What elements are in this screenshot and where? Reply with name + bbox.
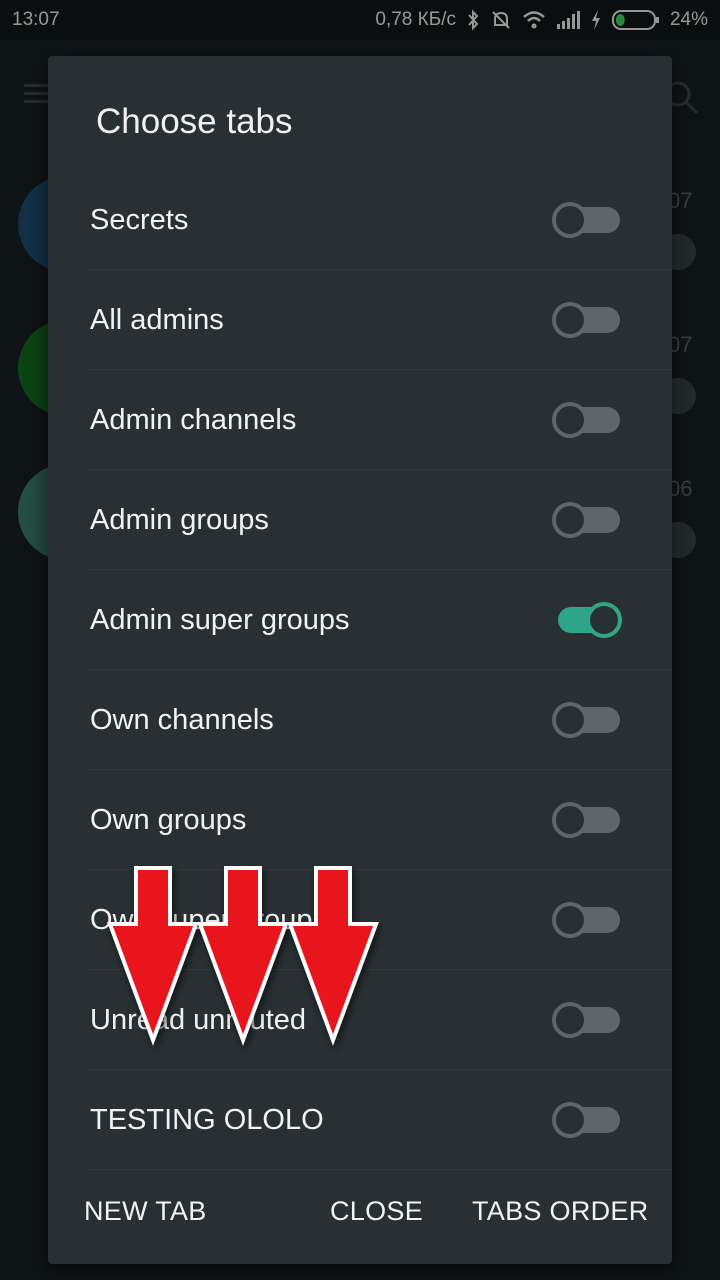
close-button[interactable]: CLOSE	[330, 1176, 423, 1246]
tab-option-label: Admin super groups	[90, 604, 350, 636]
tab-option-row[interactable]: Own channels	[88, 670, 672, 770]
tab-toggle[interactable]	[552, 702, 624, 738]
tab-option-label: TESTING OLOLO	[90, 1104, 324, 1136]
tab-option-row[interactable]: Own super groups	[88, 870, 672, 970]
tab-option-label: Own channels	[90, 704, 274, 736]
tab-option-label: Admin groups	[90, 504, 269, 536]
tab-option-label: All admins	[90, 304, 224, 336]
tab-option-row[interactable]: Secrets	[88, 170, 672, 270]
tab-toggle[interactable]	[552, 302, 624, 338]
dialog-title: Choose tabs	[96, 102, 293, 141]
tab-option-label: Admin channels	[90, 404, 297, 436]
tab-option-row[interactable]: TESTING OLOLO	[88, 1070, 672, 1170]
tab-option-row[interactable]: Unread unmuted	[88, 970, 672, 1070]
tab-toggle[interactable]	[552, 1002, 624, 1038]
tab-toggle[interactable]	[552, 502, 624, 538]
tab-toggle[interactable]	[552, 202, 624, 238]
tab-option-row[interactable]: All admins	[88, 270, 672, 370]
tab-toggle[interactable]	[552, 1102, 624, 1138]
tab-option-row[interactable]: Admin super groups	[88, 570, 672, 670]
tab-option-label: Own super groups	[90, 904, 327, 936]
tab-toggle[interactable]	[552, 802, 624, 838]
tab-toggle[interactable]	[552, 402, 624, 438]
tab-option-row[interactable]: Admin channels	[88, 370, 672, 470]
tab-option-row[interactable]: Own groups	[88, 770, 672, 870]
tabs-order-button[interactable]: TABS ORDER	[472, 1176, 649, 1246]
tab-option-label: Unread unmuted	[90, 1004, 307, 1036]
tab-toggle[interactable]	[552, 902, 624, 938]
tab-option-row[interactable]: Admin groups	[88, 470, 672, 570]
tab-option-label: Secrets	[90, 204, 189, 236]
tab-toggle[interactable]	[552, 602, 624, 638]
dialog-actions: NEW TAB CLOSE TABS ORDER	[48, 1176, 672, 1246]
new-tab-button[interactable]: NEW TAB	[84, 1176, 207, 1246]
tab-option-label: Own groups	[90, 804, 247, 836]
dialog-header: Choose tabs	[48, 56, 672, 170]
choose-tabs-dialog: Choose tabs Secrets All admins Admin cha…	[48, 56, 672, 1264]
